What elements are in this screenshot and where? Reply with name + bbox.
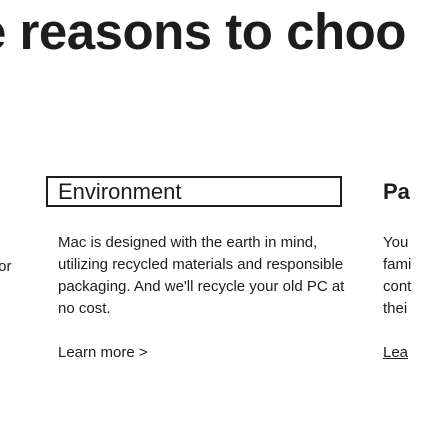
next-card-text-line: cont bbox=[383, 278, 412, 295]
card-title: Environment bbox=[58, 178, 182, 204]
next-card-text-line: fami bbox=[383, 256, 412, 273]
card-title-highlight: Environment bbox=[46, 176, 342, 207]
next-card-title: Pa bbox=[383, 179, 410, 204]
section-headline: e reasons to choo bbox=[0, 3, 406, 60]
next-card-text-line: thei bbox=[383, 300, 408, 317]
next-card-learn-more-link[interactable]: Lea bbox=[383, 344, 408, 361]
card-description: Mac is designed with the earth in mind, … bbox=[58, 234, 345, 317]
left-card-text-fragment: for bbox=[0, 258, 12, 275]
next-card-text-line: You bbox=[383, 234, 409, 251]
learn-more-link[interactable]: Learn more > bbox=[58, 344, 148, 361]
page: e reasons to choo for Environment Mac is… bbox=[0, 0, 448, 448]
